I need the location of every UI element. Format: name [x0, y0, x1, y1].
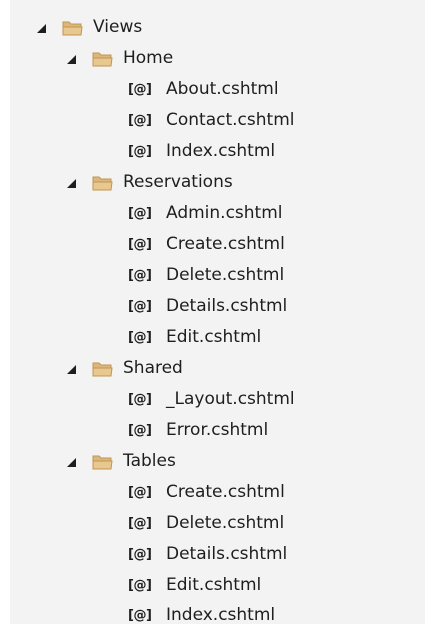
tree-file-item[interactable]: [@] About.cshtml: [10, 74, 425, 105]
file-label: Details.cshtml: [166, 544, 288, 564]
razor-file-icon: [@]: [128, 113, 152, 128]
tree-file-item[interactable]: [@] Delete.cshtml: [10, 508, 425, 539]
folder-open-icon: [62, 20, 83, 36]
solution-explorer-panel: Views Home [@] About.cshtml [@] Contact.…: [10, 0, 425, 625]
tree-node-home[interactable]: Home: [10, 43, 425, 74]
folder-open-icon: [92, 454, 113, 470]
expand-arrow-icon[interactable]: [67, 365, 76, 374]
razor-file-icon: [@]: [128, 423, 152, 438]
tree-node-tables[interactable]: Tables: [10, 446, 425, 477]
tree-file-item[interactable]: [@] Edit.cshtml: [10, 322, 425, 353]
folder-open-icon: [92, 175, 113, 191]
file-label: About.cshtml: [166, 79, 279, 99]
file-label: Error.cshtml: [166, 420, 269, 440]
tree-file-item[interactable]: [@] Details.cshtml: [10, 291, 425, 322]
file-label: Details.cshtml: [166, 296, 288, 316]
folder-open-icon: [92, 51, 113, 67]
tree-file-item[interactable]: [@] Error.cshtml: [10, 415, 425, 446]
tree-file-item[interactable]: [@] Index.cshtml: [10, 136, 425, 167]
file-label: Contact.cshtml: [166, 110, 295, 130]
razor-file-icon: [@]: [128, 206, 152, 221]
tree-file-item[interactable]: [@] Delete.cshtml: [10, 260, 425, 291]
razor-file-icon: [@]: [128, 392, 152, 407]
file-label: _Layout.cshtml: [166, 389, 295, 409]
tree-file-item[interactable]: [@] Edit.cshtml: [10, 570, 425, 601]
tree-file-item[interactable]: [@] Create.cshtml: [10, 477, 425, 508]
tree-node-label: Reservations: [123, 172, 233, 192]
tree-file-item[interactable]: [@] _Layout.cshtml: [10, 384, 425, 415]
razor-file-icon: [@]: [128, 82, 152, 97]
tree-file-item[interactable]: [@] Create.cshtml: [10, 229, 425, 260]
razor-file-icon: [@]: [128, 144, 152, 159]
razor-file-icon: [@]: [128, 547, 152, 562]
file-label: Edit.cshtml: [166, 327, 262, 347]
razor-file-icon: [@]: [128, 299, 152, 314]
file-label: Create.cshtml: [166, 234, 285, 254]
tree-node-reservations[interactable]: Reservations: [10, 167, 425, 198]
folder-open-icon: [92, 361, 113, 377]
expand-arrow-icon[interactable]: [37, 24, 46, 33]
file-label: Edit.cshtml: [166, 575, 262, 595]
tree-node-label: Home: [123, 48, 174, 68]
tree-file-item[interactable]: [@] Details.cshtml: [10, 539, 425, 570]
razor-file-icon: [@]: [128, 330, 152, 345]
tree-node-label: Views: [93, 17, 143, 37]
tree-file-item[interactable]: [@] Index.cshtml: [10, 600, 425, 631]
tree-file-item[interactable]: [@] Contact.cshtml: [10, 105, 425, 136]
expand-arrow-icon[interactable]: [67, 55, 76, 64]
expand-arrow-icon[interactable]: [67, 179, 76, 188]
file-label: Admin.cshtml: [166, 203, 283, 223]
razor-file-icon: [@]: [128, 237, 152, 252]
file-label: Delete.cshtml: [166, 265, 285, 285]
file-label: Delete.cshtml: [166, 513, 285, 533]
tree-node-shared[interactable]: Shared: [10, 353, 425, 384]
file-label: Index.cshtml: [166, 141, 276, 161]
file-label: Create.cshtml: [166, 482, 285, 502]
razor-file-icon: [@]: [128, 516, 152, 531]
expand-arrow-icon[interactable]: [67, 458, 76, 467]
razor-file-icon: [@]: [128, 268, 152, 283]
razor-file-icon: [@]: [128, 608, 152, 623]
razor-file-icon: [@]: [128, 485, 152, 500]
tree-node-label: Shared: [123, 358, 183, 378]
tree-file-item[interactable]: [@] Admin.cshtml: [10, 198, 425, 229]
tree-node-label: Tables: [123, 451, 176, 471]
file-label: Index.cshtml: [166, 605, 276, 625]
razor-file-icon: [@]: [128, 578, 152, 593]
tree-node-views[interactable]: Views: [10, 12, 425, 43]
